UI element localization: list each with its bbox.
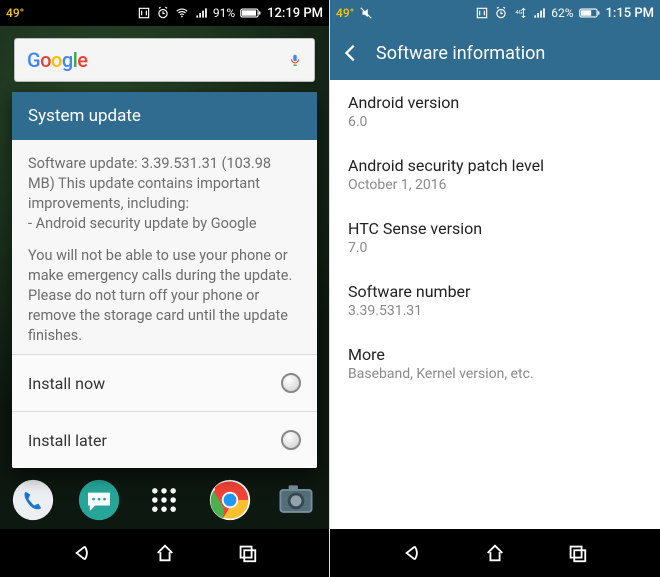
- info-value: 7.0: [348, 240, 642, 256]
- install-later-option[interactable]: Install later: [12, 411, 317, 468]
- data-icon: 4G: [513, 6, 527, 20]
- status-time: 12:19 PM: [267, 6, 323, 21]
- status-temperature: 49°: [6, 6, 24, 20]
- info-label: More: [348, 345, 642, 364]
- dialog-body-line: Software update: 3.39.531.31 (103.98 MB)…: [28, 154, 301, 214]
- messages-app-icon[interactable]: [77, 478, 121, 522]
- status-battery-pct: 62%: [551, 6, 573, 20]
- info-item-android-version[interactable]: Android version 6.0: [330, 80, 660, 143]
- option-label: Install later: [28, 431, 107, 450]
- chrome-app-icon[interactable]: [208, 478, 252, 522]
- mute-icon: [359, 6, 373, 20]
- back-button[interactable]: [340, 42, 362, 64]
- info-item-software-number[interactable]: Software number 3.39.531.31: [330, 269, 660, 332]
- info-label: Android security patch level: [348, 156, 642, 175]
- status-bar: 49° 4G 62% 1:15 PM: [330, 0, 660, 26]
- info-label: Software number: [348, 282, 642, 301]
- info-value: Baseband, Kernel version, etc.: [348, 366, 642, 382]
- google-logo: Google: [27, 48, 88, 72]
- status-battery-pct: 91%: [213, 6, 235, 20]
- microphone-icon[interactable]: [288, 53, 302, 67]
- dock: [0, 471, 329, 529]
- phone-app-icon[interactable]: [11, 478, 55, 522]
- info-label: Android version: [348, 93, 642, 112]
- camera-app-icon[interactable]: [274, 478, 318, 522]
- recents-icon[interactable]: [566, 542, 588, 564]
- signal-icon: [194, 6, 208, 20]
- home-icon[interactable]: [154, 542, 176, 564]
- google-search-bar[interactable]: Google: [14, 38, 315, 82]
- option-label: Install now: [28, 374, 105, 393]
- signal-icon: [532, 6, 546, 20]
- wifi-icon: [175, 6, 189, 20]
- navigation-bar: [0, 529, 329, 577]
- nfc-icon: [137, 6, 151, 20]
- status-bar: 49° 91% 12:19 PM: [0, 0, 329, 26]
- recents-icon[interactable]: [236, 542, 258, 564]
- back-icon[interactable]: [402, 542, 424, 564]
- battery-icon: [579, 6, 601, 20]
- info-item-sense-version[interactable]: HTC Sense version 7.0: [330, 206, 660, 269]
- apps-grid-icon[interactable]: [142, 478, 186, 522]
- install-now-option[interactable]: Install now: [12, 354, 317, 411]
- status-time: 1:15 PM: [606, 6, 655, 21]
- svg-text:4G: 4G: [516, 10, 523, 16]
- alarm-icon: [156, 6, 170, 20]
- home-icon[interactable]: [484, 542, 506, 564]
- system-update-dialog: System update Software update: 3.39.531.…: [12, 92, 317, 468]
- radio-icon: [281, 430, 301, 450]
- navigation-bar: [330, 529, 660, 577]
- software-info-list: Android version 6.0 Android security pat…: [330, 80, 660, 577]
- back-icon[interactable]: [72, 542, 94, 564]
- dialog-body: Software update: 3.39.531.31 (103.98 MB)…: [12, 140, 317, 354]
- nfc-icon: [475, 6, 489, 20]
- dialog-body-line: - Android security update by Google: [28, 214, 301, 234]
- phone-screenshot-right: 49° 4G 62% 1:15 PM Software information …: [330, 0, 660, 577]
- info-value: October 1, 2016: [348, 177, 642, 193]
- alarm-icon: [494, 6, 508, 20]
- info-item-more[interactable]: More Baseband, Kernel version, etc.: [330, 332, 660, 395]
- phone-screenshot-left: 49° 91% 12:19 PM Google K-9 Mail QuickPi…: [0, 0, 330, 577]
- battery-icon: [240, 6, 262, 20]
- dialog-title: System update: [12, 92, 317, 140]
- radio-icon: [281, 373, 301, 393]
- dialog-body-warning: You will not be able to use your phone o…: [28, 246, 301, 346]
- app-bar-title: Software information: [376, 43, 545, 64]
- info-label: HTC Sense version: [348, 219, 642, 238]
- info-value: 3.39.531.31: [348, 303, 642, 319]
- app-bar: Software information: [330, 26, 660, 80]
- info-item-security-patch[interactable]: Android security patch level October 1, …: [330, 143, 660, 206]
- info-value: 6.0: [348, 114, 642, 130]
- status-temperature: 49°: [336, 6, 354, 20]
